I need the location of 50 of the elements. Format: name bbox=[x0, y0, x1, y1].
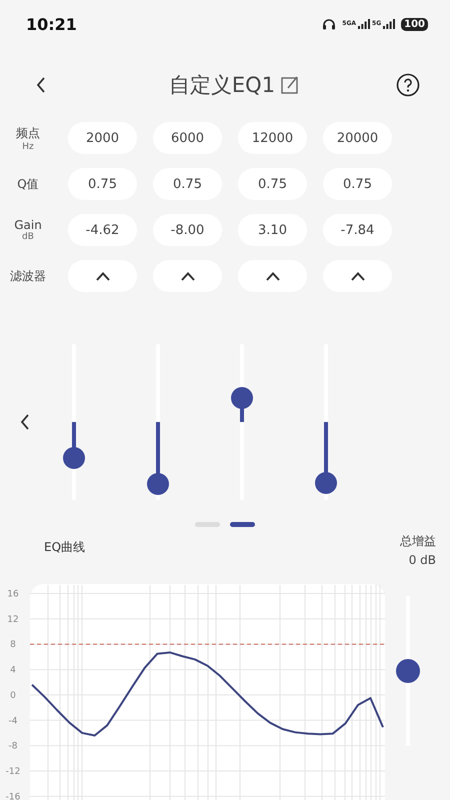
peak-filter-icon bbox=[96, 272, 110, 280]
value-field[interactable]: 20000 bbox=[323, 122, 392, 154]
slider-thumb[interactable] bbox=[231, 386, 253, 409]
unit-label: dB bbox=[22, 232, 34, 242]
slider-thumb[interactable] bbox=[396, 659, 420, 683]
parameter-label: 滤波器 bbox=[10, 268, 46, 284]
value-field[interactable]: 3.10 bbox=[238, 214, 307, 246]
signal-icon bbox=[383, 19, 396, 29]
value-field[interactable]: 2000 bbox=[68, 122, 137, 154]
slider-thumb[interactable] bbox=[63, 447, 85, 470]
value-field[interactable]: 6000 bbox=[153, 122, 222, 154]
value-field[interactable]: -8.00 bbox=[153, 214, 222, 246]
parameter-label: Gain bbox=[14, 218, 42, 232]
value-field[interactable]: 0.75 bbox=[68, 168, 137, 200]
battery-level: 100 bbox=[401, 18, 428, 30]
page-title: 自定义EQ1 bbox=[168, 72, 276, 99]
chart-title: EQ曲线 bbox=[44, 539, 86, 556]
axis-label: 4 bbox=[10, 666, 16, 676]
axis-label: -16 bbox=[6, 792, 20, 800]
previous-icon[interactable] bbox=[20, 414, 30, 430]
axis-label: -8 bbox=[8, 742, 18, 752]
value-field[interactable]: 0.75 bbox=[153, 168, 222, 200]
total-gain-value: 0 dB bbox=[408, 553, 436, 567]
parameter-label: Q值 bbox=[17, 176, 39, 192]
axis-label: 0 bbox=[10, 690, 16, 701]
total-gain-label: 总增益 bbox=[400, 533, 436, 550]
edit-icon[interactable] bbox=[281, 76, 300, 94]
signal-icon bbox=[358, 19, 370, 29]
axis-label: 12 bbox=[7, 614, 19, 625]
help-icon[interactable] bbox=[396, 73, 420, 97]
value-field[interactable]: -4.62 bbox=[68, 214, 137, 246]
page-indicator[interactable] bbox=[230, 522, 255, 527]
value-field[interactable]: 0.75 bbox=[238, 168, 307, 200]
peak-filter-icon bbox=[266, 272, 280, 280]
status-time: 10:21 bbox=[26, 14, 77, 34]
peak-filter-icon bbox=[350, 272, 364, 280]
slider-thumb[interactable] bbox=[147, 473, 169, 496]
value-field[interactable]: -7.84 bbox=[323, 214, 392, 246]
axis-label: 8 bbox=[10, 640, 16, 650]
axis-label: 16 bbox=[7, 590, 19, 600]
headphones-icon bbox=[322, 18, 336, 30]
peak-filter-icon bbox=[180, 272, 194, 280]
value-field[interactable]: 12000 bbox=[238, 122, 307, 154]
parameter-label: 频点 bbox=[16, 124, 40, 142]
axis-label: -4 bbox=[8, 716, 18, 726]
back-icon[interactable] bbox=[36, 77, 46, 93]
axis-label: -12 bbox=[6, 766, 20, 777]
value-field[interactable]: 0.75 bbox=[323, 168, 392, 200]
slider-thumb[interactable] bbox=[315, 472, 337, 494]
unit-label: Hz bbox=[22, 142, 34, 152]
